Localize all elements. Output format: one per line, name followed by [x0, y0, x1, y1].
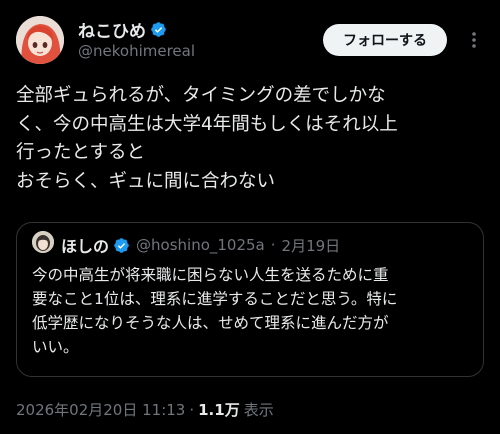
quoted-text-line: 要なこと1位は、理系に進学することだと思う。特に: [32, 290, 398, 308]
views-label: 表示: [243, 401, 274, 419]
follow-button[interactable]: フォローする: [323, 24, 447, 56]
quoted-author-row[interactable]: ほしの @hoshino_1025a · 2月19日: [61, 233, 340, 257]
quoted-author-name[interactable]: ほしの: [61, 233, 109, 257]
quoted-author-avatar[interactable]: [32, 231, 54, 253]
tweet-footer: 2026年02月20日 11:13 · 1.1万 表示: [16, 399, 274, 420]
verified-badge-icon: [114, 237, 129, 253]
quoted-tweet-date[interactable]: 2月19日: [282, 235, 341, 256]
quoted-text-line: 低学歴になりそうな人は、せめて理系に進んだ方が: [32, 314, 389, 332]
meta-separator: ·: [189, 400, 195, 419]
author-display-name[interactable]: ねこひめ: [78, 17, 146, 42]
tweet-timestamp[interactable]: 2026年02月20日 11:13: [16, 399, 185, 420]
verified-badge-icon: [151, 22, 166, 37]
tweet: ねこひめ @nekohimereal フォローする 全部ギュられるが、タイミング…: [0, 0, 500, 434]
author-name-row[interactable]: ねこひめ: [78, 17, 167, 42]
more-icon[interactable]: [464, 30, 484, 50]
tweet-text-line: く、今の中高生は大学4年間もしくはそれ以上: [16, 113, 398, 135]
avatar-icon: [16, 16, 64, 64]
author-avatar[interactable]: [16, 16, 64, 64]
author-handle[interactable]: @nekohimereal: [78, 42, 195, 60]
quoted-tweet-text: 今の中高生が将来職に困らない人生を送るために重 要なこと1位は、理系に進学するこ…: [32, 263, 472, 359]
tweet-text-line: 全部ギュられるが、タイミングの差でしかな: [16, 85, 386, 106]
quoted-text-line: いい。: [32, 338, 79, 356]
quoted-author-handle[interactable]: @hoshino_1025a: [136, 236, 265, 254]
avatar-icon: [32, 231, 54, 253]
views-count: 1.1万: [198, 401, 240, 419]
tweet-text-line: おそらく、ギュに間に合わない: [16, 170, 276, 192]
quoted-tweet-card[interactable]: ほしの @hoshino_1025a · 2月19日 今の中高生が将来職に困らな…: [16, 222, 484, 377]
tweet-text: 全部ギュられるが、タイミングの差でしかな く、今の中高生は大学4年間もしくはそれ…: [16, 82, 488, 196]
tweet-text-line: 行ったとすると: [16, 142, 145, 163]
meta-separator: ·: [270, 236, 276, 254]
quoted-text-line: 今の中高生が将来職に困らない人生を送るために重: [32, 266, 389, 284]
